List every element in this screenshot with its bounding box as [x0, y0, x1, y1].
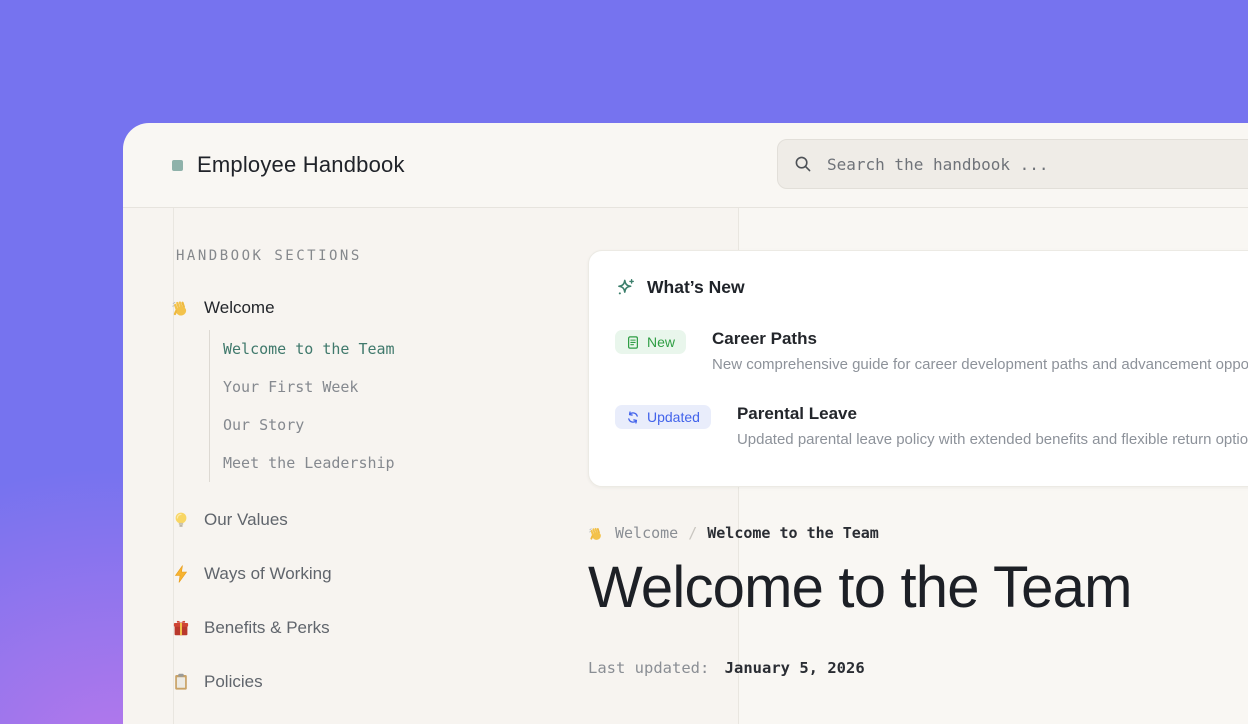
sidebar: HANDBOOK SECTIONS [170, 208, 570, 692]
badge-label: Updated [647, 409, 700, 425]
app-header: Employee Handbook [123, 123, 1248, 208]
whats-new-item-description: Updated parental leave policy with exten… [737, 431, 1248, 448]
new-badge: New [615, 330, 686, 354]
waving-hand-icon [588, 525, 605, 542]
sidebar-item-ways-of-working[interactable]: Ways of Working [170, 564, 570, 584]
whats-new-item-parental-leave[interactable]: Updated Parental Leave Updated parental … [615, 404, 1248, 448]
sidebar-item-welcome[interactable]: Welcome [170, 298, 570, 318]
sidebar-item-label: Policies [204, 672, 263, 692]
whats-new-card: What’s New New Career Paths New [588, 250, 1248, 487]
sidebar-item-our-values[interactable]: Our Values [170, 510, 570, 530]
sidebar-item-label: Benefits & Perks [204, 618, 330, 638]
sidebar-item-benefits-perks[interactable]: Benefits & Perks [170, 618, 570, 638]
sidebar-item-label: Welcome [204, 298, 275, 318]
lightning-icon [170, 564, 192, 584]
whats-new-item-text: Parental Leave Updated parental leave po… [737, 404, 1248, 448]
sidebar-subitem-meet-the-leadership[interactable]: Meet the Leadership [223, 444, 570, 482]
search-icon [794, 155, 812, 173]
sidebar-subitem-welcome-to-the-team[interactable]: Welcome to the Team [223, 330, 570, 368]
refresh-icon [626, 410, 640, 425]
document-icon [626, 335, 640, 350]
main-content: What’s New New Career Paths New [588, 208, 1248, 677]
sidebar-sublist-welcome: Welcome to the Team Your First Week Our … [209, 330, 570, 482]
whats-new-item-text: Career Paths New comprehensive guide for… [712, 329, 1248, 373]
sidebar-item-label: Our Values [204, 510, 288, 530]
search-box[interactable] [777, 139, 1248, 189]
brand: Employee Handbook [172, 152, 405, 178]
lightbulb-icon [170, 510, 192, 530]
last-updated-value: January 5, 2026 [725, 659, 865, 677]
sidebar-heading: HANDBOOK SECTIONS [176, 248, 570, 264]
search-input[interactable] [825, 154, 1248, 175]
logo-square-icon [172, 160, 183, 171]
app-body: HANDBOOK SECTIONS [123, 208, 1248, 724]
whats-new-header: What’s New [615, 277, 1248, 298]
badge-label: New [647, 334, 675, 350]
app-title: Employee Handbook [197, 152, 405, 178]
sidebar-item-label: Ways of Working [204, 564, 332, 584]
whats-new-title: What’s New [647, 277, 745, 298]
desktop-background: Employee Handbook HANDBOOK SECTIONS [0, 0, 1248, 724]
whats-new-item-title: Parental Leave [737, 404, 1248, 424]
sidebar-item-policies[interactable]: Policies [170, 672, 570, 692]
last-updated: Last updated: January 5, 2026 [588, 659, 1248, 677]
updated-badge: Updated [615, 405, 711, 429]
whats-new-item-title: Career Paths [712, 329, 1248, 349]
sidebar-subitem-your-first-week[interactable]: Your First Week [223, 368, 570, 406]
breadcrumb: Welcome / Welcome to the Team [588, 524, 1248, 542]
clipboard-icon [170, 672, 192, 692]
whats-new-item-description: New comprehensive guide for career devel… [712, 356, 1248, 373]
sparkles-icon [615, 277, 636, 298]
last-updated-label: Last updated: [588, 659, 709, 677]
breadcrumb-separator: / [688, 524, 697, 542]
breadcrumb-section-link[interactable]: Welcome [615, 524, 678, 542]
gift-icon [170, 618, 192, 638]
app-window: Employee Handbook HANDBOOK SECTIONS [123, 123, 1248, 724]
breadcrumb-current-page: Welcome to the Team [707, 524, 879, 542]
sidebar-subitem-our-story[interactable]: Our Story [223, 406, 570, 444]
page-title: Welcome to the Team [588, 556, 1248, 620]
waving-hand-icon [170, 298, 192, 318]
whats-new-item-career-paths[interactable]: New Career Paths New comprehensive guide… [615, 329, 1248, 373]
